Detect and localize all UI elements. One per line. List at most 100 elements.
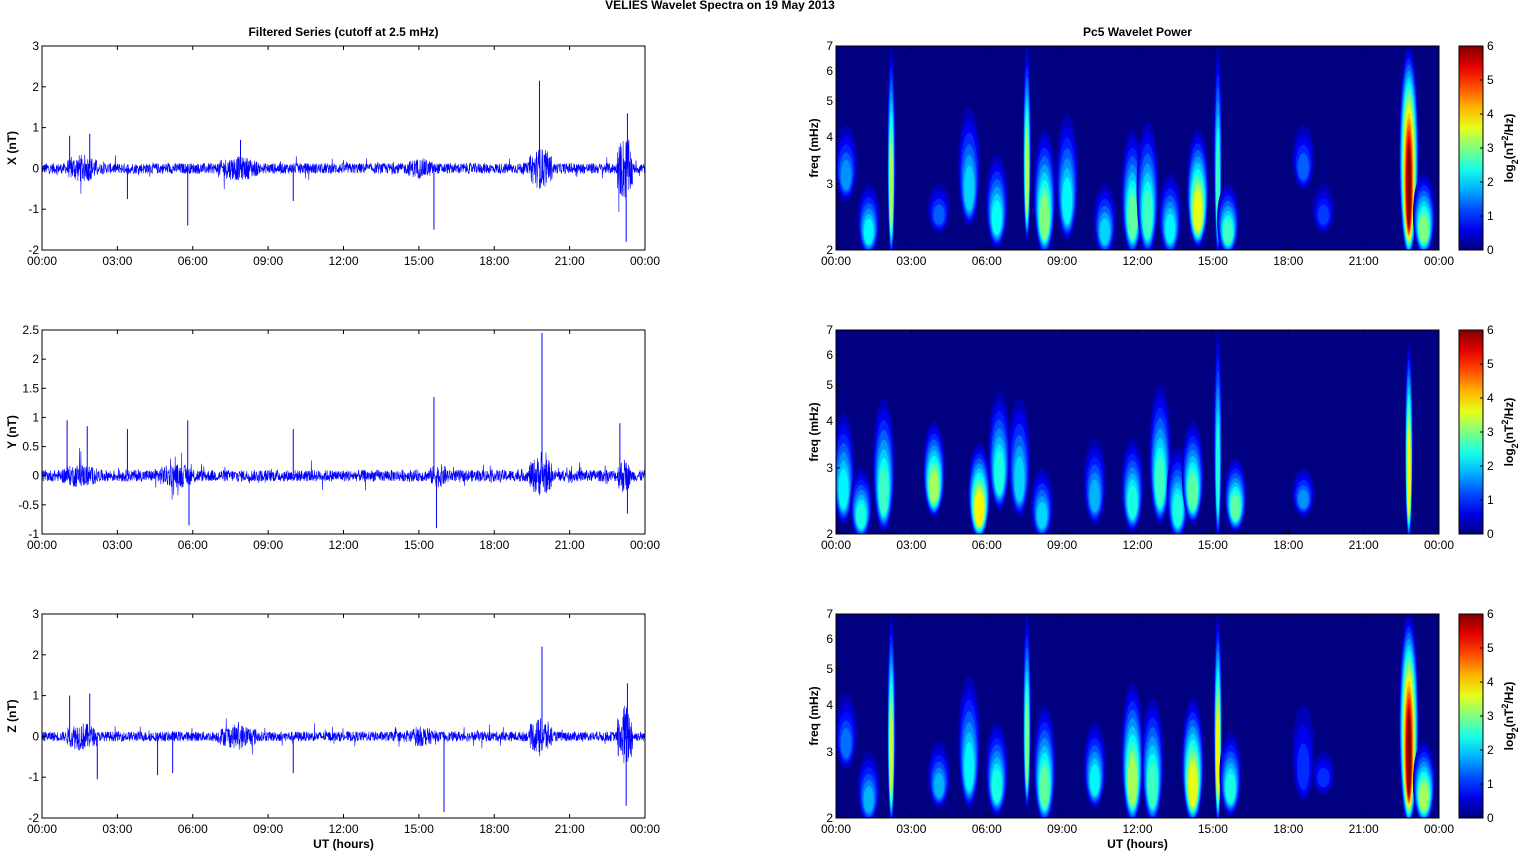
- power-blob: [1062, 177, 1073, 225]
- power-blob: [1216, 424, 1220, 513]
- power-blob: [1298, 489, 1309, 509]
- colorbar-tick-label: 2: [1487, 743, 1494, 757]
- power-blob: [1155, 456, 1165, 507]
- power-blob: [1297, 153, 1309, 181]
- x-tick-label: 15:00: [404, 538, 434, 552]
- power-blob: [1223, 219, 1233, 245]
- colorbar-tick-label: 5: [1487, 641, 1494, 655]
- power-blob: [1089, 764, 1100, 796]
- y-tick-label: 7: [826, 607, 833, 621]
- y-tick-label: 7: [826, 323, 833, 337]
- y-axis-label: freq (mHz): [807, 686, 821, 745]
- power-blob: [964, 741, 975, 792]
- power-blob: [889, 711, 893, 796]
- x-tick-label: 09:00: [253, 538, 283, 552]
- x-tick-label: 18:00: [479, 822, 509, 836]
- power-blob: [991, 200, 1002, 235]
- power-blob: [1025, 135, 1029, 214]
- colorbar: [1458, 329, 1484, 535]
- y-tick-label: 7: [826, 39, 833, 53]
- y-tick-label: -0.5: [18, 498, 39, 512]
- power-blob: [1127, 756, 1138, 806]
- x-tick-label: 18:00: [479, 538, 509, 552]
- x-tick-label: 12:00: [328, 822, 358, 836]
- x-tick-label: 21:00: [555, 254, 585, 268]
- power-blob: [1230, 494, 1241, 521]
- x-tick-label: 03:00: [896, 254, 926, 268]
- x-tick-label: 09:00: [253, 822, 283, 836]
- y-tick-label: 2: [32, 80, 39, 94]
- power-blob: [1089, 479, 1100, 513]
- x-tick-label: 03:00: [896, 822, 926, 836]
- figure: VELIES Wavelet Spectra on 19 May 2013 00…: [5, 0, 1520, 851]
- y-tick-label: 3: [826, 745, 833, 759]
- colorbar-tick-label: 1: [1487, 777, 1494, 791]
- x-tick-label: 06:00: [972, 254, 1002, 268]
- y-tick-label: -1: [28, 527, 39, 541]
- x-tick-label: 12:00: [328, 538, 358, 552]
- power-blob: [1147, 761, 1158, 808]
- x-tick-label: 12:00: [328, 254, 358, 268]
- colorbar-tick-label: 0: [1487, 811, 1494, 825]
- x-tick-label: 03:00: [102, 538, 132, 552]
- y-tick-label: 2: [32, 352, 39, 366]
- spectrogram-0-title: Pc5 Wavelet Power: [1083, 25, 1192, 39]
- x-tick-label: 00:00: [1424, 254, 1454, 268]
- y-axis-label: freq (mHz): [807, 118, 821, 177]
- power-blob: [863, 785, 874, 813]
- power-blob: [994, 451, 1005, 495]
- y-tick-label: 2: [826, 527, 833, 541]
- colorbar-label: log2(nT2/Hz): [1500, 682, 1520, 751]
- y-tick-label: 1: [32, 689, 39, 703]
- x-tick-label: 18:00: [479, 254, 509, 268]
- y-tick-label: 1.5: [22, 381, 39, 395]
- power-blob: [1039, 766, 1050, 808]
- y-tick-label: 4: [826, 130, 833, 144]
- power-blob: [1317, 767, 1330, 788]
- colorbar: [1458, 45, 1484, 251]
- colorbar-tick-label: 0: [1487, 243, 1494, 257]
- x-tick-label: 21:00: [1349, 538, 1379, 552]
- power-blob: [974, 493, 984, 526]
- power-blob: [933, 772, 945, 798]
- power-blob: [1025, 702, 1029, 783]
- y-tick-label: 1: [32, 410, 39, 424]
- colorbar-tick-label: 2: [1487, 459, 1494, 473]
- power-blob: [878, 466, 889, 515]
- power-blob: [1172, 493, 1183, 527]
- y-tick-label: -2: [28, 243, 39, 257]
- x-tick-label: 00:00: [630, 538, 660, 552]
- x-tick-label: 06:00: [972, 822, 1002, 836]
- y-tick-label: 4: [826, 698, 833, 712]
- y-tick-label: 0.5: [22, 440, 39, 454]
- x-tick-label: 15:00: [404, 822, 434, 836]
- timeseries-0-title: Filtered Series (cutoff at 2.5 mHz): [248, 25, 438, 39]
- x-axis-label: UT (hours): [1107, 837, 1168, 851]
- colorbar-tick-label: 2: [1487, 175, 1494, 189]
- power-blob: [1193, 191, 1203, 232]
- power-blob: [964, 165, 975, 211]
- colorbar-tick-label: 5: [1487, 73, 1494, 87]
- colorbar-label: log2(nT2/Hz): [1500, 114, 1520, 183]
- y-tick-label: 5: [826, 378, 833, 392]
- x-tick-label: 21:00: [1349, 254, 1379, 268]
- power-blob: [929, 470, 939, 504]
- power-blob: [1225, 773, 1236, 804]
- y-tick-label: 6: [826, 632, 833, 646]
- x-tick-label: 09:00: [1047, 822, 1077, 836]
- x-tick-label: 21:00: [555, 822, 585, 836]
- x-tick-label: 00:00: [630, 822, 660, 836]
- colorbar-tick-label: 0: [1487, 527, 1494, 541]
- y-tick-label: 0: [32, 729, 39, 743]
- power-blob: [1188, 473, 1198, 510]
- x-tick-label: 06:00: [178, 254, 208, 268]
- x-axis-label: UT (hours): [313, 837, 374, 851]
- x-tick-label: 12:00: [1122, 822, 1152, 836]
- x-tick-label: 06:00: [178, 538, 208, 552]
- colorbar-tick-label: 3: [1487, 709, 1494, 723]
- power-blob: [1216, 712, 1220, 796]
- y-tick-label: 2: [826, 243, 833, 257]
- power-blob: [889, 142, 893, 228]
- y-tick-label: 0: [32, 161, 39, 175]
- power-blob: [1127, 194, 1138, 239]
